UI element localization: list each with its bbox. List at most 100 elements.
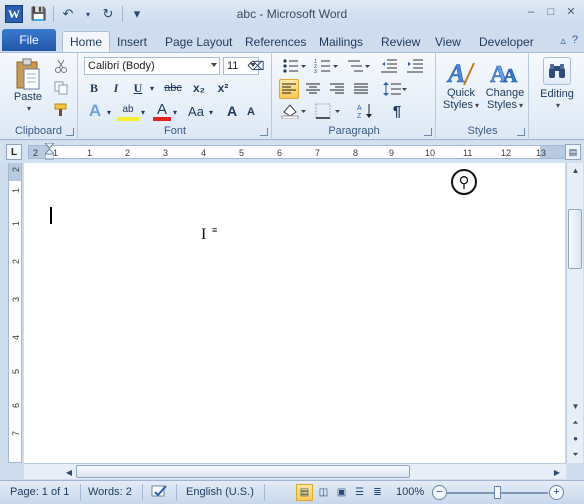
align-center-button[interactable]: [303, 79, 323, 99]
change-case-dropdown-icon[interactable]: ▾: [207, 105, 215, 119]
bold-button[interactable]: B: [85, 79, 103, 97]
zoom-in-button[interactable]: +: [549, 485, 564, 500]
outline-view-icon[interactable]: ☰: [351, 484, 368, 501]
change-case-button[interactable]: Aa: [185, 101, 207, 121]
justify-button[interactable]: [351, 79, 371, 99]
zoom-out-button[interactable]: −: [432, 485, 447, 500]
line-spacing-button[interactable]: [381, 79, 409, 99]
undo-dropdown-icon[interactable]: ▾: [80, 6, 96, 22]
highlight-button[interactable]: ab: [117, 101, 139, 121]
tab-insert[interactable]: Insert: [110, 31, 154, 52]
superscript-button[interactable]: x²: [213, 79, 233, 97]
close-button[interactable]: ✕: [562, 4, 580, 19]
text-effects-button[interactable]: A: [85, 101, 105, 121]
document-page[interactable]: ⚲ I ≡: [24, 163, 565, 463]
vertical-scroll-thumb[interactable]: [568, 209, 582, 269]
vertical-ruler[interactable]: 2 1 1 2 3 4 5 6 7: [8, 163, 22, 463]
draft-view-icon[interactable]: ≣: [369, 484, 386, 501]
font-color-dropdown-icon[interactable]: ▾: [171, 105, 179, 119]
previous-page-icon[interactable]: ⏶: [568, 415, 583, 430]
decrease-indent-icon[interactable]: [379, 57, 399, 75]
bullets-button[interactable]: [279, 57, 309, 75]
redo-icon[interactable]: ↻: [100, 6, 116, 22]
underline-button[interactable]: U: [129, 79, 147, 97]
scroll-right-icon[interactable]: ▶: [550, 465, 564, 479]
italic-button[interactable]: I: [107, 79, 125, 97]
zoom-slider-thumb[interactable]: [494, 486, 501, 499]
align-left-button[interactable]: [279, 79, 299, 99]
select-browse-object-icon[interactable]: ●: [568, 431, 583, 446]
page-count[interactable]: Page: 1 of 1: [10, 486, 69, 498]
quick-styles-button[interactable]: A Quick Styles ▾: [440, 57, 482, 112]
qat-separator: [122, 6, 123, 22]
save-icon[interactable]: 💾: [31, 6, 47, 22]
styles-group: A Quick Styles ▾ AA Change Styles ▾ Styles: [437, 53, 529, 140]
zoom-level[interactable]: 100%: [396, 486, 424, 498]
underline-dropdown-icon[interactable]: ▾: [147, 81, 157, 95]
scroll-up-icon[interactable]: ▲: [568, 163, 583, 178]
numbering-button[interactable]: 123: [311, 57, 341, 75]
increase-indent-icon[interactable]: [405, 57, 425, 75]
paragraph-launcher-icon[interactable]: [424, 128, 432, 136]
borders-button[interactable]: [313, 101, 343, 121]
help-icon[interactable]: ?: [572, 34, 578, 47]
font-launcher-icon[interactable]: [260, 128, 268, 136]
tab-file[interactable]: File: [2, 29, 56, 51]
scroll-down-icon[interactable]: ▼: [568, 399, 583, 414]
tab-selector-button[interactable]: L: [6, 144, 22, 160]
styles-launcher-icon[interactable]: [517, 128, 525, 136]
full-screen-reading-view-icon[interactable]: ◫: [315, 484, 332, 501]
paste-button[interactable]: Paste ▾: [8, 57, 48, 115]
horizontal-ruler[interactable]: 2 1 1 2 3 4 5 6 7 8 9 10 11 12 13: [28, 142, 566, 160]
view-ruler-icon[interactable]: ▤: [565, 144, 581, 160]
tab-references[interactable]: References: [238, 31, 313, 52]
copy-icon[interactable]: [52, 79, 70, 97]
shading-button[interactable]: [279, 101, 309, 121]
tab-developer[interactable]: Developer: [472, 31, 541, 52]
undo-icon[interactable]: ↶: [60, 6, 76, 22]
paste-dropdown-icon: ▾: [26, 104, 31, 113]
tab-mailings[interactable]: Mailings: [312, 31, 370, 52]
proofing-icon[interactable]: [150, 484, 170, 503]
align-right-button[interactable]: [327, 79, 347, 99]
tab-review[interactable]: Review: [374, 31, 427, 52]
scroll-left-icon[interactable]: ◀: [62, 465, 76, 479]
subscript-button[interactable]: x₂: [189, 79, 209, 97]
minimize-ribbon-icon[interactable]: ▵: [560, 34, 566, 47]
horizontal-scroll-thumb[interactable]: [76, 465, 410, 478]
print-layout-view-icon[interactable]: ▤: [296, 484, 313, 501]
word-app-icon[interactable]: W: [5, 5, 23, 23]
sort-button[interactable]: AZ: [355, 101, 375, 121]
vertical-scrollbar[interactable]: ▲ ▼ ⏶ ● ⏷: [566, 163, 583, 463]
minimize-button[interactable]: –: [522, 4, 540, 19]
text-effects-dropdown-icon[interactable]: ▾: [105, 105, 113, 119]
customize-qat-icon[interactable]: ▾: [129, 6, 145, 22]
font-color-button[interactable]: A: [153, 101, 171, 121]
shrink-font-button[interactable]: A: [243, 103, 259, 121]
cut-icon[interactable]: [52, 57, 70, 75]
clipboard-launcher-icon[interactable]: [66, 128, 74, 136]
font-name-combobox[interactable]: Calibri (Body): [84, 57, 220, 75]
pin-icon[interactable]: ⚲: [451, 169, 477, 195]
grow-font-button[interactable]: A: [223, 101, 241, 121]
ribbon: Paste ▾ Clipboard Calibri (Body) 11 ⌫ B …: [0, 52, 584, 140]
editing-button[interactable]: Editing ▾: [534, 57, 580, 112]
clear-formatting-icon[interactable]: ⌫: [247, 57, 265, 75]
show-marks-button[interactable]: ¶: [387, 101, 407, 121]
word-count[interactable]: Words: 2: [88, 486, 132, 498]
strikethrough-button[interactable]: abc: [161, 79, 185, 97]
horizontal-scrollbar[interactable]: ◀ ▶: [24, 463, 566, 479]
window-controls: – □ ✕: [522, 4, 580, 19]
format-painter-icon[interactable]: [52, 101, 70, 119]
change-styles-label-1: Change: [485, 87, 525, 99]
multilevel-list-button[interactable]: [343, 57, 373, 75]
web-layout-view-icon[interactable]: ▣: [333, 484, 350, 501]
language-indicator[interactable]: English (U.S.): [186, 486, 254, 498]
change-styles-button[interactable]: AA Change Styles ▾: [483, 57, 527, 112]
highlight-dropdown-icon[interactable]: ▾: [139, 105, 147, 119]
tab-view[interactable]: View: [428, 31, 468, 52]
tab-home[interactable]: Home: [62, 31, 111, 52]
maximize-button[interactable]: □: [542, 4, 560, 19]
tab-page-layout[interactable]: Page Layout: [158, 31, 239, 52]
next-page-icon[interactable]: ⏷: [568, 447, 583, 462]
